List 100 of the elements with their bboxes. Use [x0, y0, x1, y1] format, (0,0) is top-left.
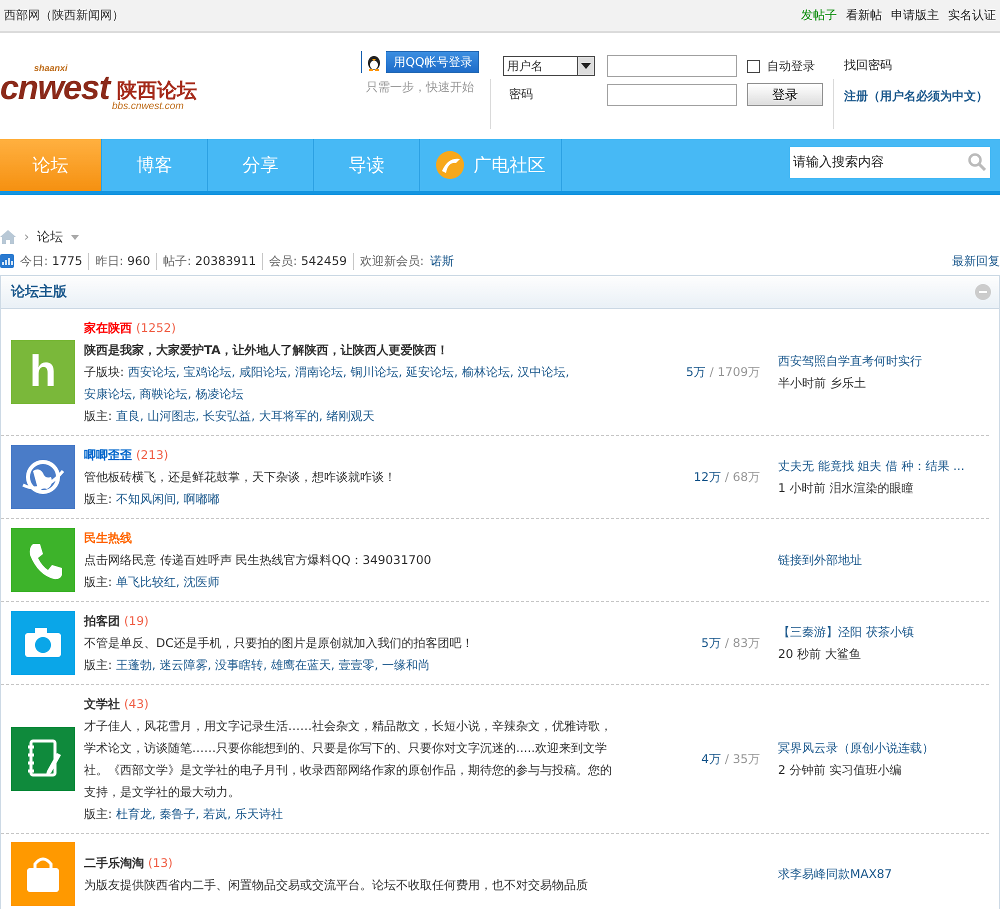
moderator-link[interactable]: 大耳将军的,: [258, 409, 323, 423]
site-name: 西部网（陕西新闻网）: [4, 7, 124, 24]
register-link[interactable]: 注册（用户名必须为中文）: [844, 88, 988, 105]
subforum-link[interactable]: 西安论坛,: [128, 365, 180, 379]
moderator-link[interactable]: 杜育龙,: [116, 807, 156, 821]
moderator-link[interactable]: 若岚,: [203, 807, 232, 821]
forum-name-link[interactable]: 二手乐淘淘: [84, 856, 144, 870]
top-link[interactable]: 看新帖: [846, 7, 882, 24]
latest-replies-link[interactable]: 最新回复: [952, 252, 1000, 270]
home-icon[interactable]: [0, 230, 16, 244]
forum-description: 点击网络民意 传递百姓呼声 民生热线官方爆料QQ：349031700: [84, 552, 432, 569]
forum-icon[interactable]: [11, 611, 75, 675]
last-post-time: 2 分钟前: [778, 763, 826, 777]
forum-icon[interactable]: [11, 842, 75, 906]
username-field[interactable]: [607, 55, 737, 77]
moderators-label: 版主:: [84, 409, 114, 423]
moderator-link[interactable]: 啊嘟嘟: [184, 492, 220, 506]
subforum-link[interactable]: 安康论坛,: [84, 387, 136, 401]
caret-icon[interactable]: [71, 234, 80, 240]
subforum-link[interactable]: 铜川论坛,: [350, 365, 402, 379]
last-post-user: 实习值班小编: [829, 763, 902, 777]
stat-text: 昨日: 960: [89, 252, 158, 270]
topic-count: (43): [124, 697, 149, 711]
post-count: / 68万: [724, 470, 760, 484]
dropdown-arrow-icon: [581, 63, 591, 69]
thread-count: 4万: [701, 752, 721, 766]
moderator-link[interactable]: 没事瞎转,: [215, 658, 268, 672]
subforum-link[interactable]: 延安论坛,: [406, 365, 458, 379]
forum-icon[interactable]: [11, 727, 75, 791]
last-post-time: 1 小时前: [778, 481, 826, 495]
moderator-link[interactable]: 绪刚观天: [326, 409, 374, 423]
subforum-link[interactable]: 商鞅论坛,: [140, 387, 192, 401]
auto-login-checkbox[interactable]: [747, 60, 760, 72]
moderator-link[interactable]: 不知风闲间,: [116, 492, 180, 506]
password-field[interactable]: [607, 84, 737, 106]
account-type-select[interactable]: 用户名: [503, 56, 595, 76]
search-icon[interactable]: [968, 153, 986, 171]
moderator-link[interactable]: 迷云障雾,: [160, 658, 212, 672]
forum-name-link[interactable]: 拍客团: [84, 614, 120, 628]
moderator-link[interactable]: 山河图志,: [148, 409, 200, 423]
breadcrumb-separator: ›: [24, 230, 30, 244]
last-post-link[interactable]: 西安驾照自学直考何时实行: [778, 354, 922, 368]
qq-login-button[interactable]: 用QQ帐号登录: [360, 51, 480, 73]
moderator-link[interactable]: 长安弘益,: [203, 409, 256, 423]
post-count: / 83万: [724, 636, 760, 650]
penguin-icon: [366, 53, 382, 71]
top-link[interactable]: 发帖子: [801, 7, 837, 24]
moderator-link[interactable]: 秦鲁子,: [160, 807, 200, 821]
forum-description: 才子佳人，风花雪月，用文字记录生活……社会杂文，精品散文，长短小说，辛辣杂文，优雅诗歌，学术论文，访谈随笔……只要你能想到的、只要是你写下的、只要你对文字沉迷的.....欢迎来到文学社。《西部文学》是文学社的电子月刊，收录西部网络作家的原创作品，期待您的参与与投稿。您的支持，是文学社的最大动力。: [84, 718, 613, 801]
forum-description: 管他板砖横飞，还是鲜花鼓掌，天下杂谈，想咋谈就咋谈！: [84, 469, 397, 486]
forum-name-link[interactable]: 家在陕西: [84, 321, 132, 335]
forum-icon[interactable]: [11, 528, 75, 592]
topic-count: (13): [148, 856, 173, 870]
last-post-link[interactable]: 丈夫无 能竟找 姐夫 借 种：结果 ...: [778, 459, 965, 473]
subforum-link[interactable]: 汉中论坛,: [517, 365, 570, 379]
moderator-link[interactable]: 单飞比较红,: [116, 575, 180, 589]
subforums-label: 子版块:: [84, 365, 126, 379]
subforum-link[interactable]: 渭南论坛,: [294, 365, 347, 379]
last-post-user: 乡乐土: [830, 376, 866, 390]
last-post-time: 20 秒前: [778, 647, 822, 661]
moderator-link[interactable]: 一缘和尚: [382, 658, 430, 672]
thread-count: 12万: [694, 470, 721, 484]
top-link[interactable]: 实名认证: [948, 7, 996, 24]
badge-icon: [436, 151, 464, 179]
subforum-link[interactable]: 榆林论坛,: [462, 365, 514, 379]
collapse-icon[interactable]: [975, 284, 991, 300]
moderator-link[interactable]: 王蓬勃,: [116, 658, 156, 672]
forgot-password-link[interactable]: 找回密码: [844, 57, 988, 74]
forum-name-link[interactable]: 文学社: [84, 697, 120, 711]
topic-count: (19): [124, 614, 149, 628]
panel-title: 论坛主版: [11, 283, 67, 301]
last-post-user: 泪水渲染的眼瞳: [829, 481, 914, 495]
thread-count: 5万: [701, 636, 721, 650]
moderators-label: 版主:: [84, 575, 114, 589]
moderator-link[interactable]: 壹壹零,: [338, 658, 378, 672]
moderator-link[interactable]: 乐天诗社: [234, 807, 283, 821]
forum-name-link[interactable]: 唧唧歪歪: [84, 448, 132, 462]
post-count: / 35万: [724, 752, 760, 766]
new-member-link[interactable]: 诺斯: [430, 252, 454, 270]
breadcrumb-link[interactable]: 论坛: [37, 228, 64, 246]
last-post-link[interactable]: 冥界风云录（原创小说连载）: [778, 741, 934, 755]
forum-icon[interactable]: [11, 445, 75, 509]
moderator-link[interactable]: 直良,: [116, 409, 144, 423]
moderators-label: 版主:: [84, 807, 114, 821]
search-field[interactable]: 请输入搜索内容: [790, 147, 990, 178]
subforum-link[interactable]: 杨凌论坛: [195, 387, 244, 401]
login-button[interactable]: 登录: [747, 83, 823, 106]
last-post-link[interactable]: 求李易峰同款MAX87: [778, 867, 892, 881]
moderators-label: 版主:: [84, 658, 114, 672]
forum-description: 为版友提供陕西省内二手、闲置物品交易或交流平台。论坛不收取任何费用，也不对交易物品质: [84, 877, 589, 894]
subforum-link[interactable]: 宝鸡论坛,: [184, 365, 236, 379]
top-link[interactable]: 申请版主: [891, 7, 939, 24]
last-post-link[interactable]: 链接到外部地址: [778, 553, 862, 567]
moderator-link[interactable]: 雄鹰在蓝天,: [270, 658, 335, 672]
last-post-user: 大鲨鱼: [824, 647, 861, 661]
last-post-link[interactable]: 【三秦游】泾阳 茯茶小镇: [778, 625, 914, 639]
subforum-link[interactable]: 咸阳论坛,: [239, 365, 292, 379]
stat-text: 今日: 1775: [14, 252, 90, 270]
moderator-link[interactable]: 沈医师: [184, 575, 220, 589]
password-label: 密码: [508, 86, 534, 103]
